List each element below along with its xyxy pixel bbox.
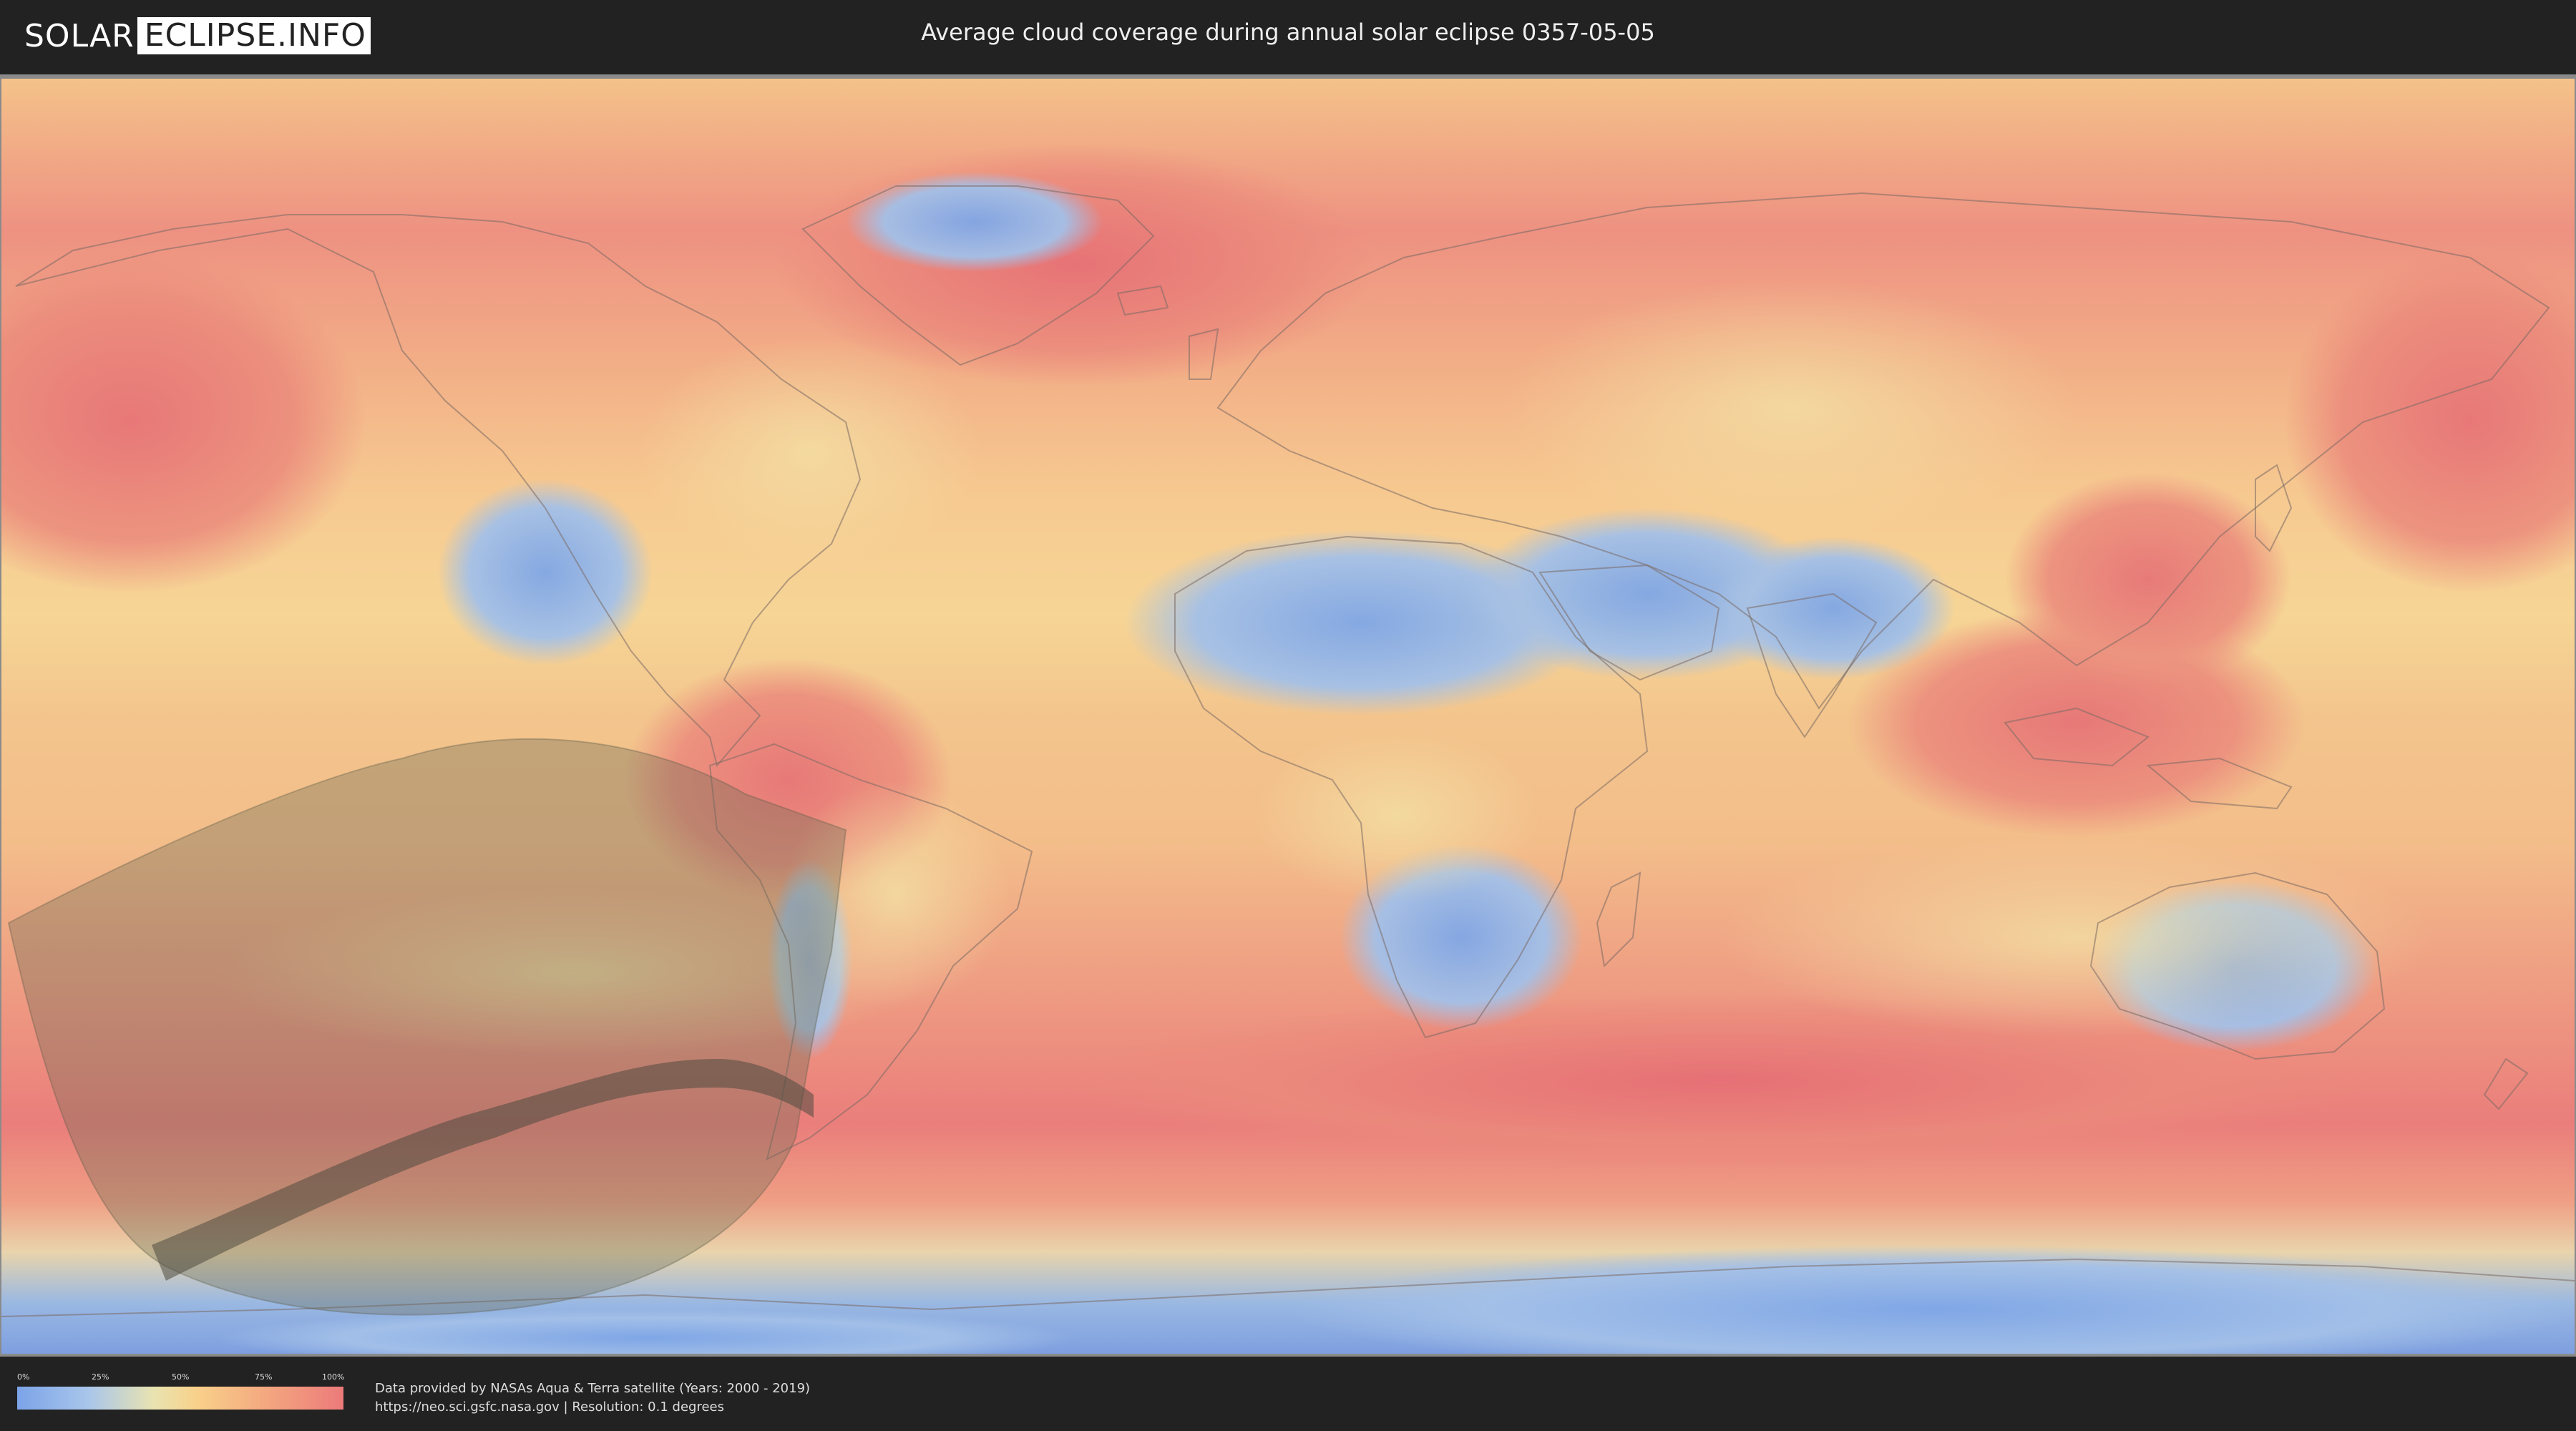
cloud-coverage-scale: 0% 25% 50% 75% 100% bbox=[17, 1372, 345, 1410]
cloud-coverage-map[interactable] bbox=[1, 79, 2575, 1354]
scale-tick-75: 75% bbox=[255, 1372, 273, 1382]
scale-gradient-bar bbox=[17, 1387, 343, 1410]
footer: 0% 25% 50% 75% 100% Data provided by NAS… bbox=[0, 1357, 2576, 1431]
map-svg bbox=[1, 79, 2575, 1354]
map-frame bbox=[0, 74, 2576, 1357]
scale-tick-50: 50% bbox=[172, 1372, 190, 1382]
credit-line-url[interactable]: https://neo.sci.gsfc.nasa.gov | Resoluti… bbox=[375, 1398, 810, 1417]
scale-tick-0: 0% bbox=[17, 1372, 30, 1382]
page: SOLAR ECLIPSE.INFO Average cloud coverag… bbox=[0, 0, 2576, 1431]
header: SOLAR ECLIPSE.INFO Average cloud coverag… bbox=[0, 0, 2576, 72]
credit-line-source: Data provided by NASAs Aqua & Terra sate… bbox=[375, 1381, 811, 1396]
scale-tick-25: 25% bbox=[92, 1372, 109, 1382]
scale-tick-100: 100% bbox=[322, 1372, 345, 1382]
page-title: Average cloud coverage during annual sol… bbox=[921, 19, 1655, 46]
data-credits: Data provided by NASAs Aqua & Terra sate… bbox=[375, 1379, 810, 1417]
scale-ticks: 0% 25% 50% 75% 100% bbox=[17, 1372, 345, 1384]
